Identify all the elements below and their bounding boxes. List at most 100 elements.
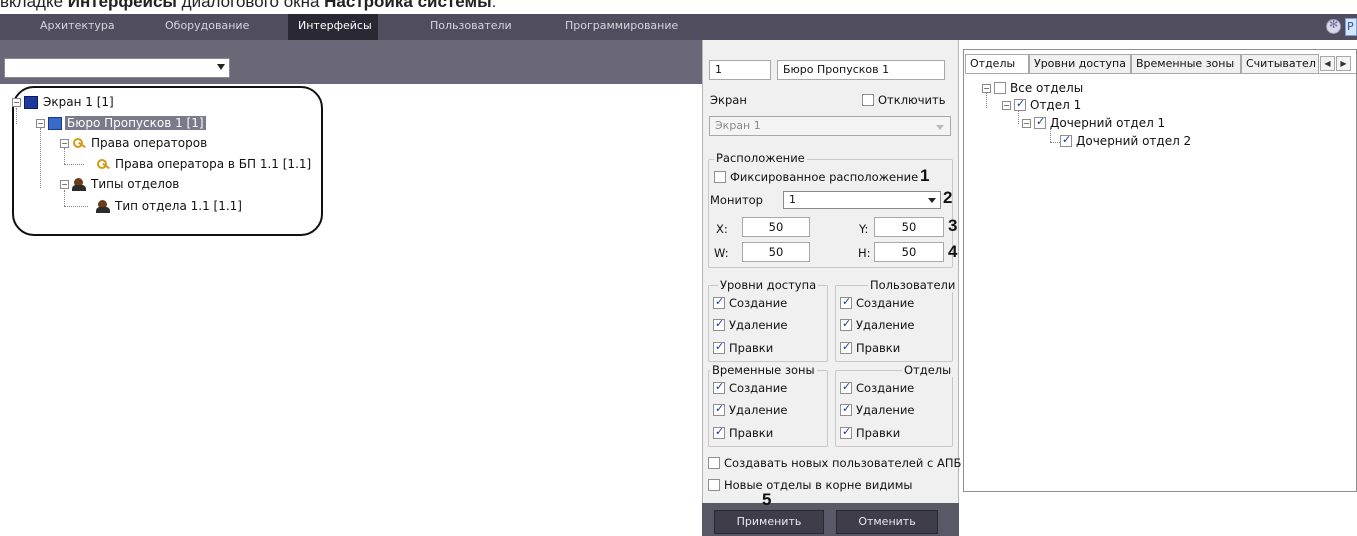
checkbox-box[interactable] [840,340,852,354]
tree-item-label: Тип отдела 1.1 [1.1] [115,199,242,213]
menu-right-button[interactable]: Р [1345,18,1357,36]
apply-button[interactable]: Применить [714,510,824,534]
disable-checkbox[interactable]: Отключить [862,93,945,107]
tree-item-label: Права операторов [91,136,208,150]
y-input[interactable]: 50 [874,217,944,237]
checkbox-label: Удаление [729,403,788,417]
annotation-5: 5 [762,490,772,509]
checkbox-box[interactable] [714,171,726,183]
checkbox-box[interactable] [840,295,852,309]
users-edit-checkbox[interactable]: Правки [840,340,901,355]
menu-interfaces[interactable]: Интерфейсы [288,14,378,40]
dept-label: Все отделы [1010,81,1084,95]
tree-item-department-types[interactable]: − Типы отделов [60,175,181,193]
departments-delete-checkbox[interactable]: Удаление [840,402,915,417]
chevron-down-icon [217,64,225,70]
create-users-apb-checkbox[interactable]: Создавать новых пользователей с АПБ [708,456,961,470]
collapse-icon[interactable]: − [1022,118,1031,128]
location-group-title: Расположение [714,151,807,165]
checkbox-box[interactable] [713,380,725,394]
monitor-dropdown[interactable]: 1 [783,191,941,209]
x-label: X: [716,222,728,236]
tree-item-operator-right-1[interactable]: Права оператора в БП 1.1 [1.1] [96,155,313,173]
users-create-checkbox[interactable]: Создание [840,295,914,310]
collapse-icon[interactable]: − [60,138,69,148]
access-levels-delete-checkbox[interactable]: Удаление [713,317,788,332]
checkbox-box[interactable] [713,317,725,331]
object-name-field[interactable]: Бюро Пропусков 1 [777,60,945,80]
settings-icon[interactable] [1326,18,1341,34]
dept-tree-all[interactable]: − Все отделы [982,79,1083,97]
dept-label: Дочерний отдел 1 [1050,116,1166,130]
checkbox-label: Правки [856,341,901,355]
people-icon [96,199,110,213]
tab-access-levels[interactable]: Уровни доступа [1029,54,1131,74]
cancel-button[interactable]: Отменить [836,510,938,534]
h-input[interactable]: 50 [874,242,944,262]
checkbox-box[interactable] [1014,97,1026,111]
checkbox-box[interactable] [713,402,725,416]
access-levels-create-checkbox[interactable]: Создание [713,295,787,310]
tree-item-operator-rights[interactable]: − Права операторов [60,134,209,152]
create-users-apb-label: Создавать новых пользователей с АПБ [724,456,962,470]
x-input[interactable]: 50 [742,217,810,237]
departments-create-checkbox[interactable]: Создание [840,380,914,395]
checkbox-box[interactable] [1034,115,1046,129]
checkbox-box[interactable] [840,380,852,394]
object-type-dropdown[interactable] [4,58,230,78]
menu-programming[interactable]: Программирование [555,14,688,40]
object-id-field[interactable]: 1 [709,60,771,80]
checkbox-box[interactable] [713,425,725,439]
checkbox-box[interactable] [840,317,852,331]
checkbox-box[interactable] [994,82,1006,94]
chevron-down-icon [936,125,944,130]
checkbox-box[interactable] [1060,133,1072,147]
time-zones-delete-checkbox[interactable]: Удаление [713,402,788,417]
tab-readers[interactable]: Считывател [1241,54,1319,74]
menu-architecture[interactable]: Архитектура [30,14,125,40]
tab-scroll-arrows: ◀ ▶ [1320,56,1356,71]
access-levels-edit-checkbox[interactable]: Правки [713,340,773,355]
top-menu-bar: Архитектура Оборудование Интерфейсы Поль… [0,14,1357,40]
tab-time-zones[interactable]: Временные зоны [1131,54,1241,74]
screen-label: Экран [710,93,747,107]
h-label: H: [858,246,871,260]
checkbox-box[interactable] [708,479,720,491]
collapse-icon[interactable]: − [36,118,45,128]
tab-departments[interactable]: Отделы [965,54,1029,74]
new-depts-root-visible-checkbox[interactable]: Новые отделы в корне видимы [708,478,913,492]
collapse-icon[interactable]: − [1002,100,1011,110]
checkbox-label: Создание [729,381,788,395]
dept-tree-child1[interactable]: − Дочерний отдел 1 [1022,114,1165,132]
checkbox-box[interactable] [840,425,852,439]
chevron-right-icon[interactable]: ▶ [1336,56,1351,71]
y-label: Y: [859,222,869,236]
menu-users[interactable]: Пользователи [420,14,522,40]
menu-equipment[interactable]: Оборудование [155,14,259,40]
collapse-icon[interactable]: − [60,179,69,189]
checkbox-box[interactable] [713,295,725,309]
collapse-icon[interactable]: − [982,83,991,93]
tree-connector [40,128,41,188]
w-input[interactable]: 50 [742,242,810,262]
checkbox-label: Удаление [856,318,915,332]
people-icon [72,177,86,191]
users-delete-checkbox[interactable]: Удаление [840,317,915,332]
tree-item-department-type-1[interactable]: Тип отдела 1.1 [1.1] [96,197,244,215]
fixed-location-checkbox[interactable]: Фиксированное расположение [714,170,918,184]
checkbox-box[interactable] [713,340,725,354]
collapse-icon[interactable]: − [12,97,21,107]
departments-edit-checkbox[interactable]: Правки [840,425,900,440]
chevron-left-icon[interactable]: ◀ [1320,56,1335,71]
annotation-4: 4 [948,242,958,261]
time-zones-create-checkbox[interactable]: Создание [713,380,788,395]
checkbox-box[interactable] [708,457,720,469]
dept-tree-child2[interactable]: Дочерний отдел 2 [1060,132,1191,150]
dept-tree-dept1[interactable]: − Отдел 1 [1002,96,1081,114]
tree-item-pass-office[interactable]: − Бюро Пропусков 1 [1] [36,114,206,132]
tree-item-screen[interactable]: − Экран 1 [1] [12,93,116,111]
checkbox-box[interactable] [840,402,852,416]
time-zones-edit-checkbox[interactable]: Правки [713,425,773,440]
checkbox-box[interactable] [862,94,874,106]
caption-pre: вкладке [0,0,68,11]
